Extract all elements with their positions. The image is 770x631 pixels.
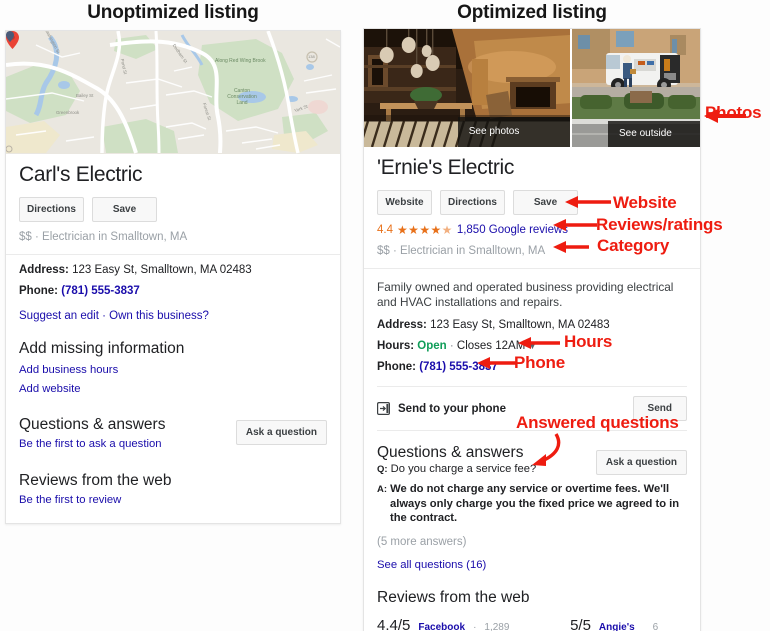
add-business-hours-link[interactable]: Add business hours	[19, 364, 327, 376]
website-button[interactable]: Website	[377, 190, 432, 215]
be-first-to-review-link[interactable]: Be the first to review	[19, 494, 327, 506]
suggest-edit-links[interactable]: Suggest an edit · Own this business?	[19, 310, 327, 322]
qa-heading-group: Questions & answers Be the first to ask …	[19, 416, 165, 450]
reviews-ratings-arrow-icon	[553, 219, 597, 231]
ask-a-question-button[interactable]: Ask a question	[235, 420, 327, 445]
interior-photo[interactable]: See photos	[364, 29, 570, 147]
phone-row: Phone: (781) 555-3837	[19, 285, 327, 297]
comparison-figure: Unoptimized listing Optimized listing Al…	[0, 0, 770, 631]
divider	[364, 268, 700, 269]
unoptimized-listing-card: Along Red Wing Brook Canton Conservation…	[5, 30, 341, 524]
see-photos-caption[interactable]: See photos	[457, 117, 570, 147]
map-label-greenbrook: Greenbrook	[56, 110, 80, 115]
facebook-vote-count: 1,289 votes	[484, 622, 510, 631]
right-column-title: Optimized listing	[457, 2, 607, 23]
answer-key: A:	[377, 484, 388, 495]
phone-number-link[interactable]: (781) 555-3837	[61, 285, 140, 297]
map-thumbnail[interactable]: Along Red Wing Brook Canton Conservation…	[6, 31, 340, 154]
annotation-hours: Hours	[564, 332, 613, 351]
separator-dot: ·	[393, 245, 397, 257]
see-outside-caption[interactable]: See outside	[608, 121, 700, 147]
address-row: Address: 123 Easy St, Smalltown, MA 0248…	[377, 319, 687, 331]
directions-button[interactable]: Directions	[19, 197, 84, 222]
add-missing-information-heading: Add missing information	[19, 340, 185, 357]
angies-list-review-count: 6 reviews	[652, 622, 659, 631]
directions-button[interactable]: Directions	[440, 190, 505, 215]
category-arrow-icon	[553, 241, 589, 253]
hours-separator: ·	[449, 340, 454, 352]
optimized-listing-card: See photos See outside 'Ernie's Electric…	[363, 28, 701, 631]
left-column-title: Unoptimized listing	[87, 2, 259, 23]
price-level: $$	[377, 245, 390, 257]
be-first-to-ask-link[interactable]: Be the first to ask a question	[19, 438, 165, 450]
hours-arrow-icon	[518, 337, 560, 349]
phone-arrow-icon	[477, 357, 517, 369]
unoptimized-qa-header: Questions & answers Be the first to ask …	[19, 416, 327, 450]
category-text: Electrician in Smalltown, MA	[400, 245, 546, 257]
annotation-phone: Phone	[514, 353, 565, 372]
phone-label: Phone:	[377, 361, 416, 373]
map-secondary-pin-icon	[6, 31, 14, 42]
open-status: Open	[417, 340, 447, 352]
optimized-business-name: 'Ernie's Electric	[377, 156, 515, 179]
divider	[6, 254, 340, 255]
qa-heading: Questions & answers	[19, 416, 166, 433]
more-answers-text: (5 more answers)	[377, 536, 467, 548]
category-text: Electrician in Smalltown, MA	[42, 231, 188, 243]
reviews-from-web-heading: Reviews from the web	[377, 589, 530, 606]
phone-label: Phone:	[19, 285, 58, 297]
facebook-source-link[interactable]: Facebook	[418, 622, 465, 631]
map-label-red-wing-brook: Along Red Wing Brook	[215, 58, 266, 64]
map-label-route-138: 138	[308, 54, 315, 59]
unoptimized-info-block: Address: 123 Easy St, Smalltown, MA 0248…	[6, 264, 340, 510]
star-rating-icon: ★★★★★	[397, 223, 453, 237]
answered-questions-curved-arrow-icon	[532, 433, 561, 466]
question-key: Q:	[377, 464, 388, 475]
annotation-reviews-ratings: Reviews/ratings	[596, 215, 723, 234]
address-row: Address: 123 Easy St, Smalltown, MA 0248…	[19, 264, 327, 276]
see-all-questions-link[interactable]: See all questions (16)	[377, 559, 687, 571]
facebook-separator: ·	[473, 622, 477, 631]
address-value: 123 Easy St, Smalltown, MA 02483	[72, 264, 252, 276]
annotation-photos: Photos	[705, 103, 762, 122]
google-reviews-link[interactable]: 1,850 Google reviews	[457, 224, 568, 236]
unoptimized-header-block: Carl's Electric Directions Save $$ · Ele…	[6, 163, 340, 254]
unoptimized-action-buttons: Directions Save	[19, 197, 327, 222]
answer-row: A: We do not charge any service or overt…	[377, 482, 687, 525]
reviews-from-web-heading: Reviews from the web	[19, 472, 172, 489]
price-level: $$	[19, 231, 32, 243]
map-label-canton-conservation: Canton Conservation Land	[227, 88, 257, 106]
address-label: Address:	[377, 319, 427, 331]
annotation-website: Website	[613, 193, 677, 212]
add-website-link[interactable]: Add website	[19, 383, 327, 395]
website-arrow-icon	[565, 196, 611, 208]
unoptimized-category-line: $$ · Electrician in Smalltown, MA	[19, 231, 327, 254]
map-label-bailey-st: Bailey St	[76, 93, 94, 98]
web-reviews-row: 4.4/5 Facebook · 1,289 votes 5/5 Angie's…	[377, 617, 687, 631]
send-to-phone-label: Send to your phone	[398, 402, 506, 415]
answer-text: We do not charge any service or overtime…	[390, 483, 680, 524]
save-button[interactable]: Save	[92, 197, 157, 222]
rating-value: 4.4	[377, 224, 393, 236]
angies-list-source-link[interactable]: Angie's List	[599, 622, 645, 631]
address-label: Address:	[19, 264, 69, 276]
annotation-category: Category	[597, 236, 670, 255]
exterior-photo[interactable]: See outside	[569, 29, 700, 147]
facebook-score: 4.4/5	[377, 617, 411, 631]
angies-list-score: 5/5	[570, 617, 591, 631]
annotation-answered-questions: Answered questions	[516, 413, 679, 432]
unoptimized-business-name: Carl's Electric	[19, 163, 143, 186]
closing-time: Closes 12AM	[456, 340, 526, 352]
hours-label: Hours:	[377, 340, 415, 352]
separator-dot: ·	[35, 231, 39, 243]
business-description: Family owned and operated business provi…	[377, 280, 674, 309]
photo-strip: See photos See outside	[364, 29, 700, 147]
send-to-phone-group: Send to your phone	[377, 402, 506, 415]
ask-a-question-button[interactable]: Ask a question	[595, 450, 687, 475]
send-to-device-icon	[377, 402, 390, 415]
address-value: 123 Easy St, Smalltown, MA 02483	[430, 319, 610, 331]
